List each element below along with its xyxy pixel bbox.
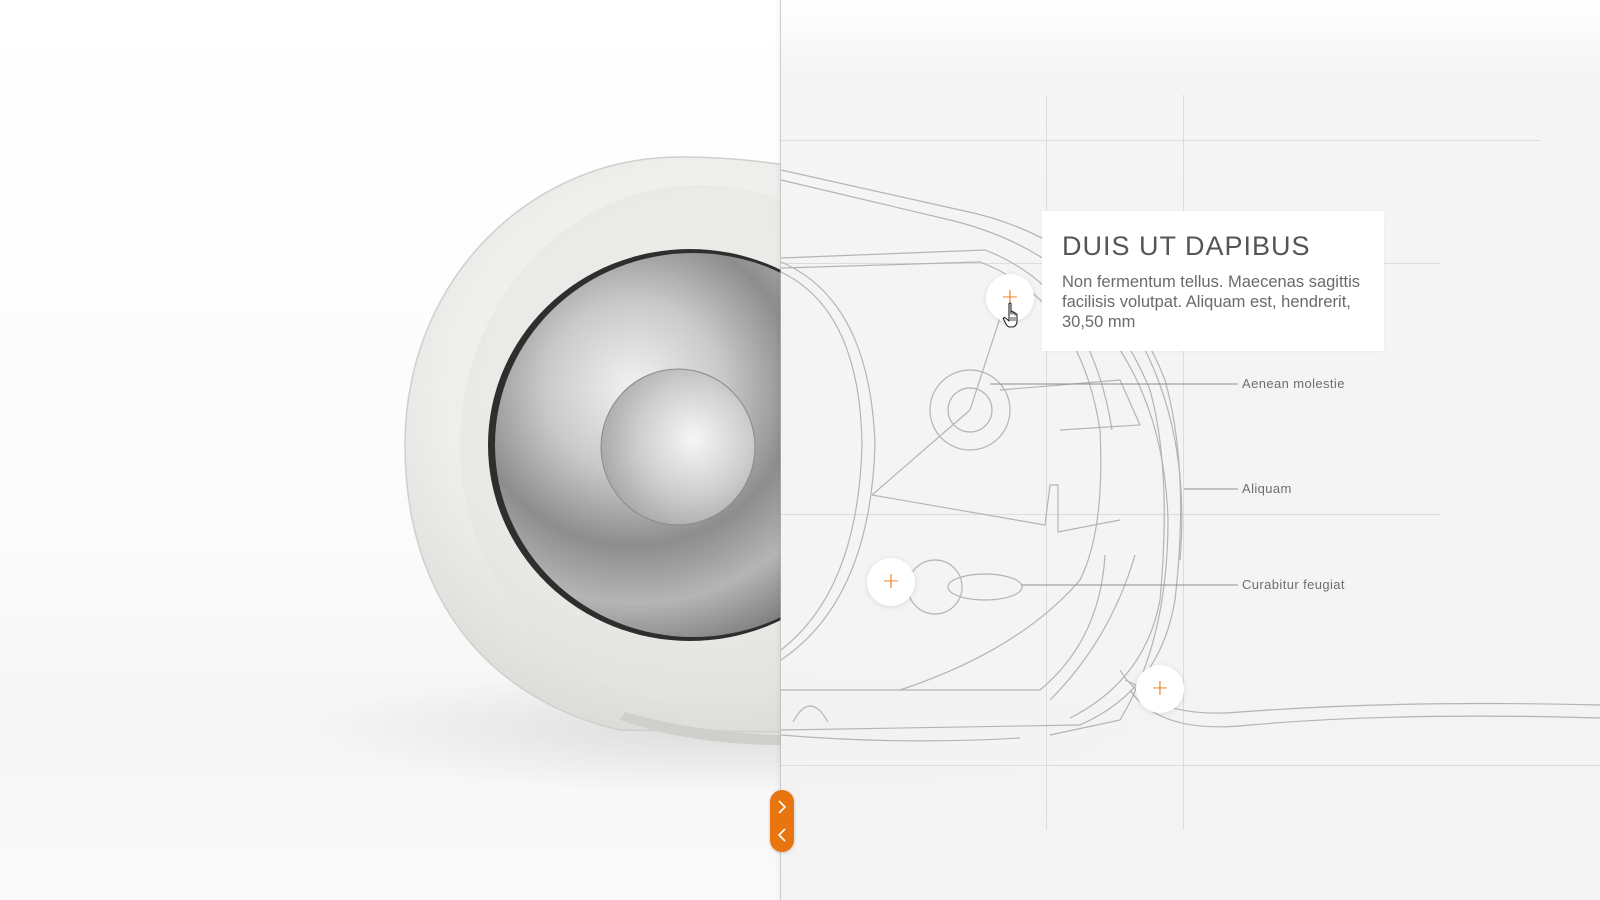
info-card: DUIS UT DAPIBUS Non fermentum tellus. Ma… <box>1042 211 1384 351</box>
info-card-title: DUIS UT DAPIBUS <box>1062 231 1311 261</box>
chevron-right-icon <box>770 795 794 819</box>
plus-icon: + <box>881 569 901 594</box>
callout-label-curabitur: Curabitur feugiat <box>1242 577 1345 592</box>
callout-label-aliquam: Aliquam <box>1242 481 1292 496</box>
chevron-left-icon <box>770 823 794 847</box>
blueprint-drawing <box>780 169 1600 742</box>
info-card-body: Non fermentum tellus. Maecenas sagittis … <box>1062 273 1361 331</box>
hotspot-port[interactable]: + <box>867 558 915 606</box>
hotspot-cable[interactable]: + <box>1136 665 1184 713</box>
plus-icon: + <box>1150 676 1170 701</box>
callout-label-aenean: Aenean molestie <box>1242 376 1345 391</box>
product-comparison-stage: + + + DUIS UT DAPIBUS Non fermentum tell… <box>0 0 1600 900</box>
hand-cursor-icon <box>1002 302 1018 328</box>
comparison-slider-handle[interactable] <box>770 790 794 852</box>
